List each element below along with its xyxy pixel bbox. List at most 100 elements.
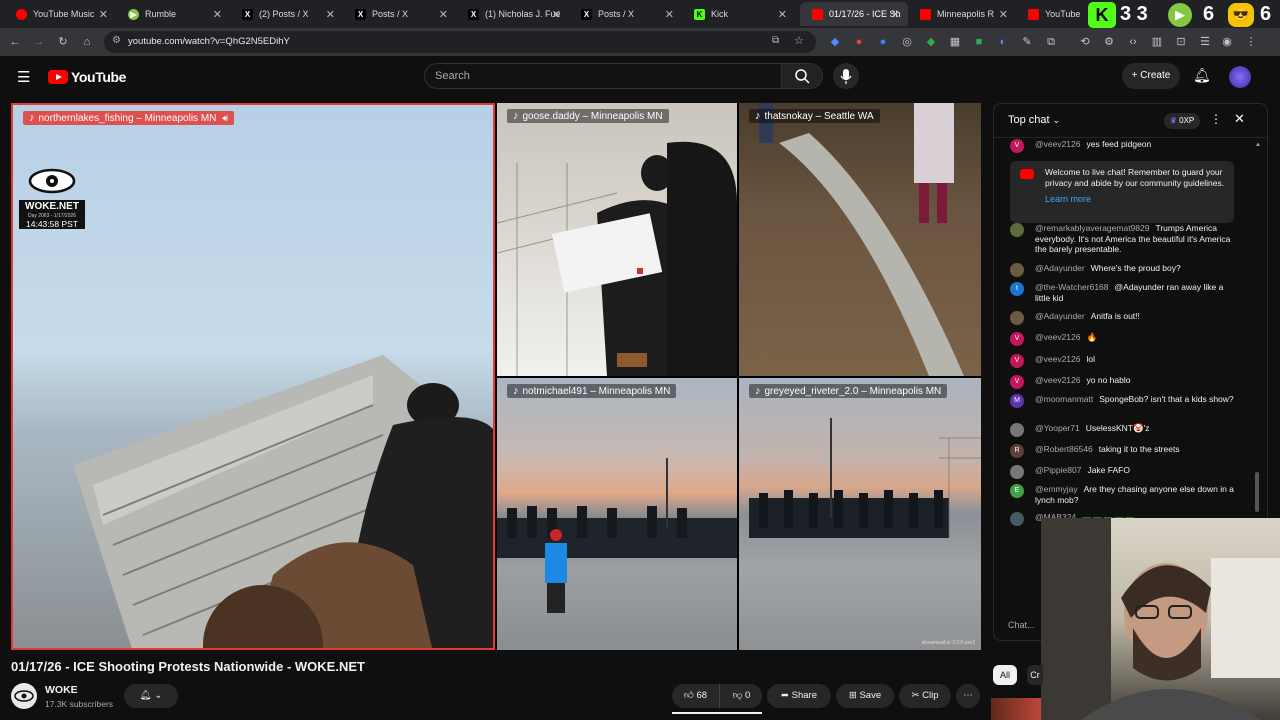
youtube-logo[interactable]: YouTube [48,69,126,85]
crown-icon: ♛ [1169,116,1177,125]
extension-icon[interactable]: ◆ [924,35,938,49]
extension-icon[interactable]: ◎ [900,35,914,49]
puzzle-icon[interactable]: ⧉ [1044,35,1058,49]
subscription-bell-button[interactable]: 🔔︎ ⌄ [124,684,178,708]
x-logo-icon: X [581,8,592,20]
sidebar-icon[interactable]: ▥ [1150,35,1164,49]
account-avatar[interactable] [1229,66,1251,88]
chat-text: UselessKNT🤡'z [1085,423,1150,433]
extension-icon[interactable]: ◐ [996,35,1010,49]
chat-scroll-thumb[interactable] [1255,472,1259,512]
youtube-icon [1028,8,1039,20]
share-button[interactable]: ➦ Share [767,684,831,708]
extension-icon[interactable]: ⊡ [1174,35,1188,49]
rumble-icon: ▶ [1168,3,1192,27]
stream-tile[interactable]: ♪ goose.daddy – Minneapolis MN [497,103,737,376]
extension-icon[interactable]: ■ [972,35,986,49]
close-tab-icon[interactable]: ✕ [326,8,335,21]
extension-icon[interactable]: ◆ [828,35,842,49]
cast-icon[interactable]: ⧉ [772,35,779,46]
chat-text: Where's the proud boy? [1090,263,1181,273]
browser-tab[interactable]: YouTube [1016,2,1096,26]
reload-icon[interactable]: ↻ [56,35,70,49]
close-tab-icon[interactable]: ✕ [99,8,108,21]
search-button[interactable] [781,63,823,89]
channel-avatar[interactable] [11,683,37,709]
chip-all[interactable]: All [993,665,1017,685]
chevron-down-icon: ⌄ [154,690,163,701]
search-input[interactable]: Search [424,63,782,89]
browser-tab[interactable]: YouTube Music ✕ [4,2,116,26]
chat-scrollbar[interactable]: ▲ [1254,142,1261,552]
browser-tab[interactable]: X Posts / X ✕ [343,2,456,26]
forward-arrow-icon[interactable]: → [32,35,46,49]
browser-tab[interactable]: X (1) Nicholas J. Fue ✕ [456,2,569,26]
dislike-count: 0 [745,690,751,701]
extension-icon[interactable]: ● [876,35,890,49]
watermark-time: 14:43:58 PST [19,219,85,229]
scroll-up-icon[interactable]: ▲ [1255,142,1261,148]
browser-tab-strip: YouTube Music ✕ ▶ Rumble ✕ X (2) Posts /… [0,0,1280,28]
like-ratio-bar [672,712,762,714]
extension-icon[interactable]: ● [852,35,866,49]
close-tab-icon[interactable]: ✕ [439,8,448,21]
extension-icon[interactable]: ✎ [1020,35,1034,49]
top-chat-dropdown[interactable]: Top chat ⌄ [1008,114,1060,126]
like-button[interactable]: 👍︎ 68 [672,684,720,708]
tab-search-icon[interactable]: ☰ [1198,35,1212,49]
close-tab-icon[interactable]: ✕ [891,8,900,21]
stream-tile[interactable]: ♪ notmichael491 – Minneapolis MN [497,378,737,650]
stream-tile[interactable]: ♪ thatsnokay – Seattle WA [739,103,981,376]
points-badge[interactable]: ♛ 0XP [1164,113,1200,129]
close-chat-icon[interactable]: ✕ [1234,111,1245,127]
voice-search-button[interactable] [833,63,859,89]
clip-button[interactable]: ✂ Clip [899,684,951,708]
history-icon[interactable]: ⟲ [1078,35,1092,49]
chat-menu-icon[interactable]: ⋮ [1210,112,1222,126]
chip-creator[interactable]: Cr [1027,665,1043,685]
save-button[interactable]: ⊞ Save [836,684,894,708]
browser-toolbar: ← → ↻ ⌂ ⚙ youtube.com/watch?v=QhG2N5EDih… [0,28,1280,56]
chat-avatar: R [1010,444,1024,458]
home-icon[interactable]: ⌂ [80,35,94,49]
tiktok-icon: ♪ [513,110,519,122]
profile-avatar-icon[interactable]: ◉ [1220,35,1234,49]
dislike-button[interactable]: 👎︎ 0 [721,684,762,708]
overlay-counter: 6 [1203,3,1215,25]
browser-tab[interactable]: X (2) Posts / X ✕ [230,2,343,26]
video-player[interactable]: ♪ northernlakes_fishing – Minneapolis MN… [11,103,981,650]
notifications-bell-icon[interactable]: 🔔︎ [1193,67,1211,84]
stream-tile[interactable]: ♪ greyeyed_riveter_2.0 – Minneapolis MN … [739,378,981,650]
browser-tab[interactable]: Minneapolis R ✕ [908,2,1016,26]
recommended-thumbnail[interactable] [991,698,1041,720]
close-tab-icon[interactable]: ✕ [999,8,1008,21]
learn-more-link[interactable]: Learn more [1045,194,1091,205]
close-tab-icon[interactable]: ✕ [552,8,561,21]
close-tab-icon[interactable]: ✕ [665,8,674,21]
more-actions-button[interactable]: ⋯ [956,684,980,708]
close-tab-icon[interactable]: ✕ [213,8,222,21]
chat-author: @veev2126 [1035,375,1081,385]
close-tab-icon[interactable]: ✕ [778,8,787,21]
extension-icon[interactable]: ▦ [948,35,962,49]
chat-author: @remarkablyaveragemat9829 [1035,223,1150,233]
search-icon [795,69,810,84]
chat-author: @veev2126 [1035,139,1081,149]
chat-avatar [1010,423,1024,437]
browser-tab[interactable]: X Posts / X ✕ [569,2,682,26]
devtools-icon[interactable]: ‹› [1126,35,1140,49]
bookmark-star-icon[interactable]: ☆ [794,34,804,47]
back-arrow-icon[interactable]: ← [8,35,22,49]
extension-icon[interactable]: ⚙ [1102,35,1116,49]
channel-name[interactable]: WOKE [45,684,78,696]
browser-tab-active[interactable]: 01/17/26 - ICE Sh ✕ [800,2,908,26]
browser-tab[interactable]: ▶ Rumble ✕ [116,2,230,26]
create-button[interactable]: + Create [1122,63,1180,89]
browser-tab[interactable]: K Kick ✕ [682,2,795,26]
stream-tile-main[interactable]: ♪ northernlakes_fishing – Minneapolis MN… [11,103,495,650]
address-bar[interactable]: ⚙ youtube.com/watch?v=QhG2N5EDihY ⧉ ☆ [104,31,816,53]
browser-menu-icon[interactable]: ⋮ [1244,35,1258,49]
hamburger-menu-icon[interactable]: ☰ [17,68,30,86]
site-info-icon[interactable]: ⚙ [112,35,121,46]
chat-input[interactable]: Chat... [1008,620,1035,630]
